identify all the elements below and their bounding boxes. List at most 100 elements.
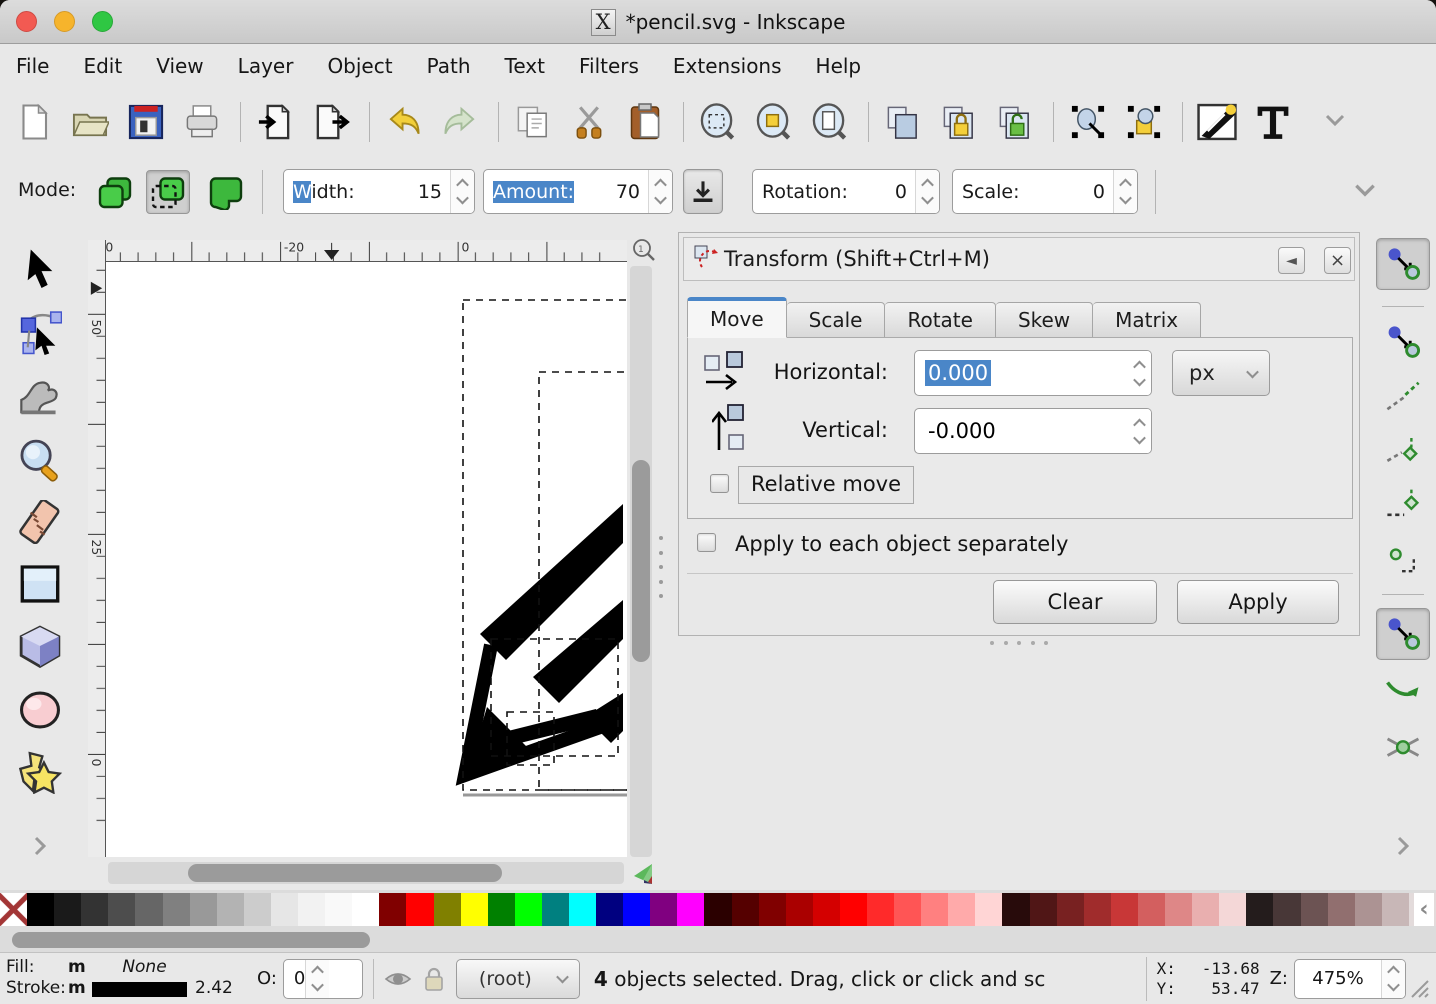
- palette-swatch[interactable]: [596, 893, 623, 926]
- spray-rotation-spinbox[interactable]: Rotation: 0: [752, 169, 940, 214]
- menu-text[interactable]: Text: [488, 50, 562, 82]
- spray-scale-spinbox[interactable]: Scale: 0: [952, 169, 1138, 214]
- amount-value[interactable]: 70: [616, 181, 648, 203]
- measure-tool-icon[interactable]: [14, 496, 66, 548]
- palette-swatch[interactable]: [54, 893, 81, 926]
- hscroll-thumb[interactable]: [188, 864, 502, 882]
- palette-swatch[interactable]: [840, 893, 867, 926]
- palette-scroll-thumb[interactable]: [12, 932, 370, 948]
- node-editor-tool-icon[interactable]: [14, 306, 66, 358]
- vertical-value[interactable]: -0.000: [925, 418, 999, 444]
- opacity-spinner[interactable]: [305, 960, 329, 998]
- palette-swatch[interactable]: [786, 893, 813, 926]
- fill-stroke-indicator[interactable]: Fill: m None Stroke: m 2.42: [6, 958, 251, 1000]
- palette-swatch[interactable]: [975, 893, 1002, 926]
- tab-matrix[interactable]: Matrix: [1093, 302, 1201, 338]
- horizontal-ruler[interactable]: -40 -20 0: [106, 240, 627, 262]
- palette-swatch[interactable]: [135, 893, 162, 926]
- palette-swatch[interactable]: [163, 893, 190, 926]
- toolbar-overflow-icon[interactable]: [1323, 112, 1347, 132]
- width-spinner[interactable]: [450, 170, 474, 213]
- canvas-vertical-scrollbar[interactable]: [630, 266, 652, 857]
- vscroll-thumb[interactable]: [632, 460, 650, 662]
- tab-rotate[interactable]: Rotate: [885, 302, 995, 338]
- window-resize-grip[interactable]: [1408, 977, 1430, 1004]
- export-icon[interactable]: [309, 99, 353, 145]
- palette-swatch[interactable]: [1030, 893, 1057, 926]
- spray-amount-spinbox[interactable]: Amount: 70: [483, 169, 673, 214]
- palette-swatch[interactable]: [813, 893, 840, 926]
- palette-swatch[interactable]: [894, 893, 921, 926]
- palette-swatch[interactable]: [542, 893, 569, 926]
- zoom-selection-icon[interactable]: [696, 99, 740, 145]
- snap-bbox-edge-midpoints-icon[interactable]: [1376, 478, 1430, 530]
- canvas-horizontal-scrollbar[interactable]: [108, 862, 624, 884]
- palette-swatch[interactable]: [325, 893, 352, 926]
- apply-button[interactable]: Apply: [1177, 580, 1339, 624]
- layer-lock-icon[interactable]: [420, 965, 448, 993]
- opacity-spinbox[interactable]: 0: [283, 959, 363, 999]
- palette-swatch[interactable]: [704, 893, 731, 926]
- palette-swatch[interactable]: [1192, 893, 1219, 926]
- palette-swatch[interactable]: [1111, 893, 1138, 926]
- width-value[interactable]: 15: [418, 181, 450, 203]
- snapbar-overflow-icon[interactable]: [1376, 820, 1430, 872]
- tab-skew[interactable]: Skew: [996, 302, 1093, 338]
- vertical-entry[interactable]: -0.000: [914, 408, 1152, 454]
- menu-filters[interactable]: Filters: [562, 50, 656, 82]
- palette-swatch[interactable]: [244, 893, 271, 926]
- vertical-spinner[interactable]: [1127, 409, 1151, 453]
- panel-divider-handle[interactable]: [659, 536, 665, 598]
- zoom-value[interactable]: 475%: [1312, 968, 1363, 989]
- palette-swatch[interactable]: [0, 893, 27, 926]
- tab-move[interactable]: Move: [687, 297, 787, 338]
- menu-edit[interactable]: Edit: [66, 50, 139, 82]
- palette-swatch[interactable]: [1002, 893, 1029, 926]
- snap-bbox-edges-icon[interactable]: [1376, 370, 1430, 422]
- fill-value[interactable]: None: [92, 958, 197, 978]
- print-icon[interactable]: [180, 99, 224, 145]
- clear-button[interactable]: Clear: [993, 580, 1157, 624]
- palette-swatch[interactable]: [1301, 893, 1328, 926]
- tab-scale[interactable]: Scale: [787, 302, 886, 338]
- snap-enable-icon[interactable]: [1376, 238, 1430, 290]
- edit-clone-icon[interactable]: [1122, 99, 1166, 145]
- unlink-clone-icon[interactable]: [993, 99, 1037, 145]
- horizontal-value[interactable]: 0.000: [925, 360, 991, 386]
- palette-swatch[interactable]: [1273, 893, 1300, 926]
- horizontal-spinner[interactable]: [1127, 351, 1151, 395]
- palette-swatch[interactable]: [190, 893, 217, 926]
- unit-dropdown[interactable]: px: [1172, 350, 1270, 396]
- snap-bbox-corners-icon[interactable]: [1376, 424, 1430, 476]
- palette-swatch[interactable]: [921, 893, 948, 926]
- undo-icon[interactable]: [382, 99, 426, 145]
- tweak-tool-icon[interactable]: [14, 370, 66, 422]
- snap-path-intersections-icon[interactable]: [1376, 720, 1430, 772]
- scale-spinner[interactable]: [1113, 170, 1137, 213]
- transform-dialog-header[interactable]: Transform (Shift+Ctrl+M) ◄ ×: [683, 237, 1355, 281]
- fill-stroke-dialog-icon[interactable]: [1195, 99, 1239, 145]
- palette-swatch[interactable]: [108, 893, 135, 926]
- zoom-page-icon[interactable]: [808, 99, 852, 145]
- horizontal-entry[interactable]: 0.000: [914, 350, 1152, 396]
- palette-scroll-left-icon[interactable]: ‹: [1414, 893, 1434, 926]
- palette-swatch[interactable]: [1138, 893, 1165, 926]
- spray-width-spinbox[interactable]: Width: 15: [283, 169, 475, 214]
- amount-spinner[interactable]: [648, 170, 672, 213]
- spray-union-icon[interactable]: [204, 170, 248, 214]
- spray-clones-icon[interactable]: [146, 170, 190, 214]
- zoom-tool-icon[interactable]: [14, 434, 66, 486]
- ellipse-tool-icon[interactable]: [14, 684, 66, 736]
- select-original-icon[interactable]: [1066, 99, 1110, 145]
- save-document-icon[interactable]: [124, 99, 168, 145]
- palette-swatch[interactable]: [406, 893, 433, 926]
- palette-swatch[interactable]: [352, 893, 379, 926]
- palette-swatch[interactable]: [81, 893, 108, 926]
- menu-help[interactable]: Help: [799, 50, 879, 82]
- zoom-spinbox[interactable]: 475%: [1294, 959, 1406, 999]
- relative-move-checkbox[interactable]: [710, 474, 729, 493]
- create-clone-icon[interactable]: [937, 99, 981, 145]
- copy-icon[interactable]: [511, 99, 555, 145]
- palette-swatch[interactable]: [434, 893, 461, 926]
- palette-swatch[interactable]: [379, 893, 406, 926]
